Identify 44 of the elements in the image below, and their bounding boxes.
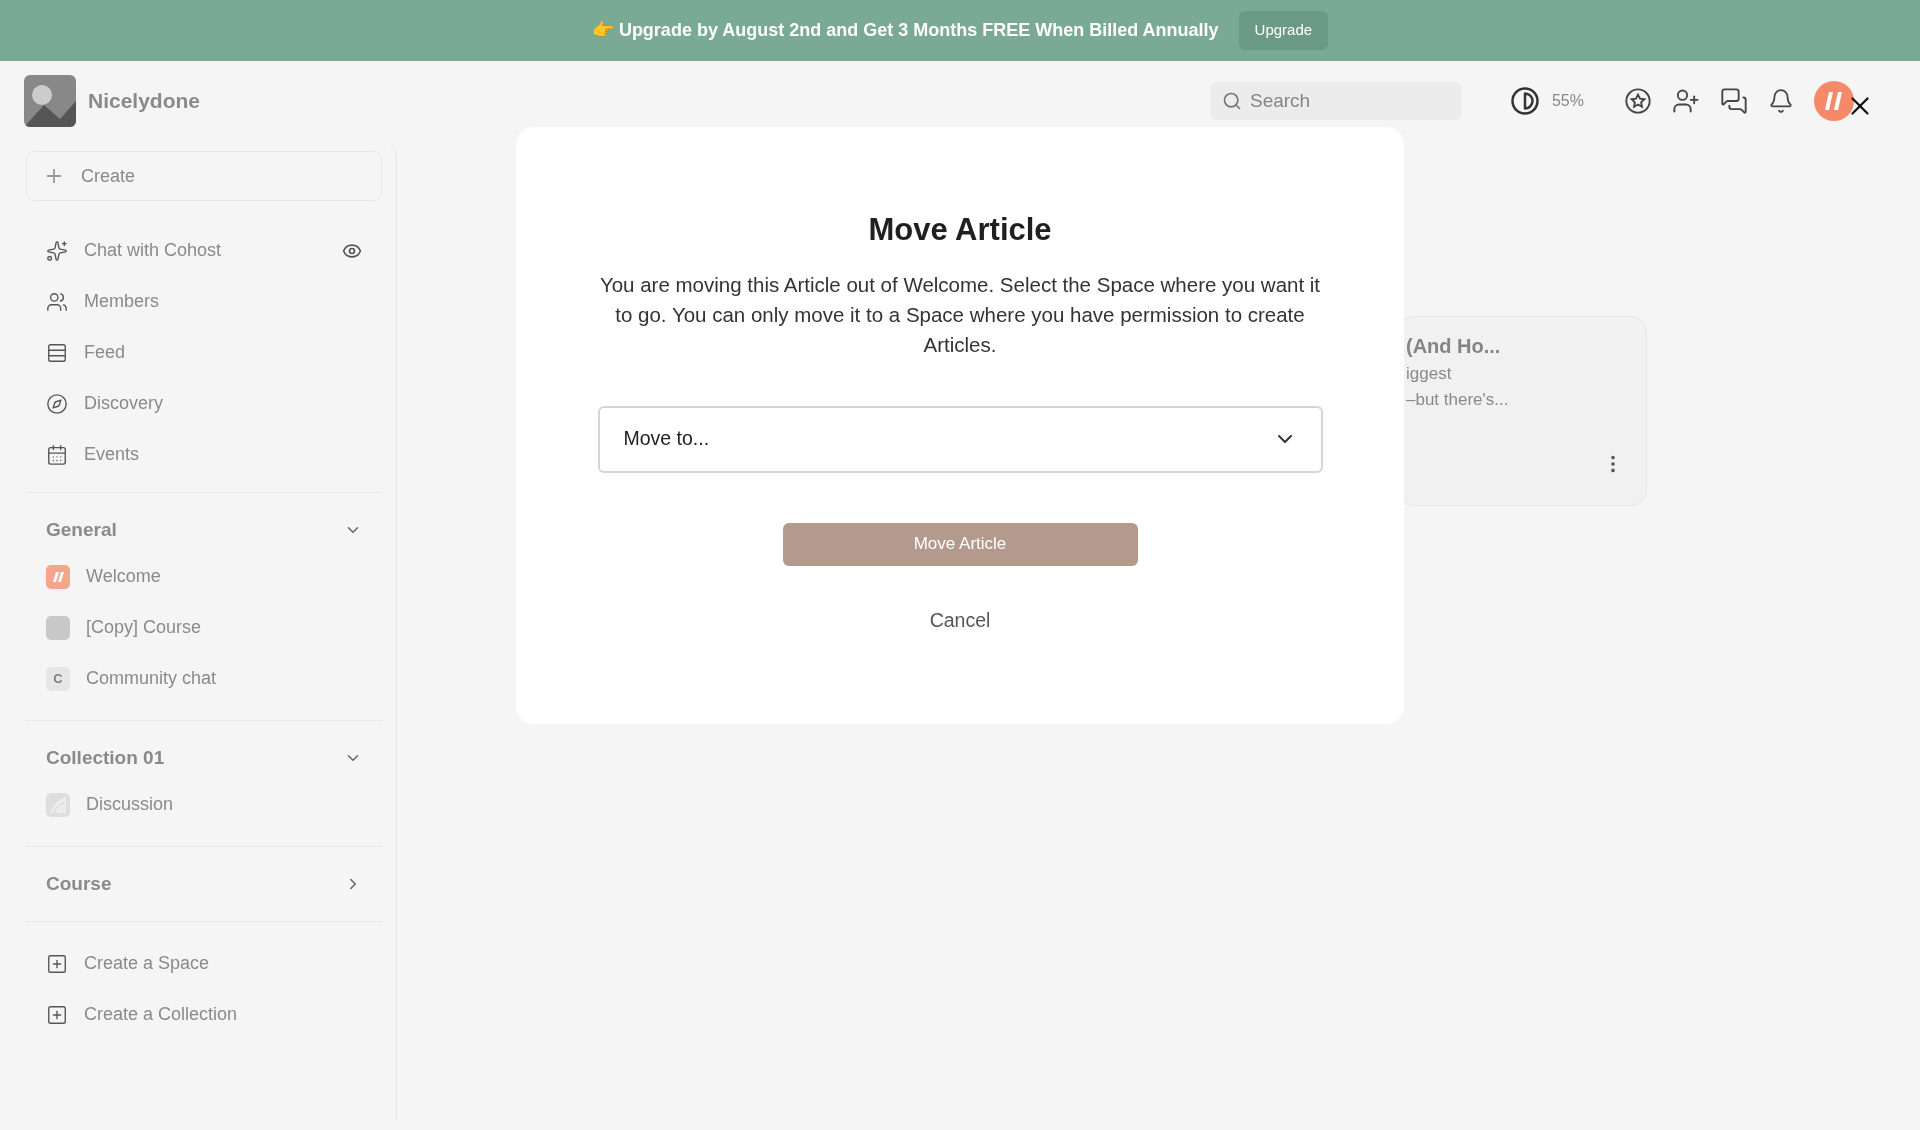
compass-icon <box>46 392 68 415</box>
create-link[interactable]: Create a Collection <box>84 1001 238 1028</box>
space-item[interactable]: [Copy] Course <box>86 614 202 641</box>
feed-icon <box>46 341 68 364</box>
section-title: Course <box>46 871 112 896</box>
cancel-button[interactable]: Cancel <box>929 605 991 635</box>
section-title: General <box>46 517 117 542</box>
star-badge-icon[interactable] <box>1624 87 1652 115</box>
dialog-message: You are moving this Article out of Welcome. Select the Space where you want it to go. You can only move it to a Space where you have permission to create Articles. <box>598 271 1322 358</box>
upgrade-button[interactable]: Upgrade <box>1238 11 1329 50</box>
space-item[interactable]: Welcome <box>86 563 161 590</box>
space-select[interactable]: Move to... <box>597 405 1323 473</box>
article-excerpt: –but there's... <box>1406 388 1510 411</box>
banner-text: 👉 Upgrade by August 2nd and Get 3 Months FREE When Billed Annually <box>591 19 1219 42</box>
article-excerpt: iggest <box>1406 363 1453 385</box>
move-article-button[interactable]: Move Article <box>782 522 1138 566</box>
search-icon <box>1221 91 1242 111</box>
brand-name: Nicelydone <box>88 88 201 115</box>
contrast-icon[interactable] <box>1509 86 1540 116</box>
members-icon <box>46 290 68 313</box>
add-square-icon <box>46 952 68 975</box>
sparkle-icon <box>46 239 68 262</box>
nav-item[interactable]: Members <box>84 288 159 315</box>
article-title: (And Ho... <box>1406 334 1502 359</box>
dialog-title: Move Article <box>868 211 1052 249</box>
space-letter-icon: C <box>46 666 70 691</box>
nav-item[interactable]: Discovery <box>84 390 163 417</box>
messages-icon[interactable] <box>1720 87 1748 115</box>
notification-icon[interactable] <box>1768 88 1794 114</box>
space-item[interactable]: Discussion <box>86 791 174 818</box>
space-logo-icon <box>46 564 70 589</box>
contrast-reading: 55% <box>1551 91 1584 111</box>
nav-item[interactable]: Chat with Cohost <box>84 237 222 264</box>
add-square-icon <box>46 1003 68 1026</box>
create-button[interactable]: Create <box>26 151 382 201</box>
create-link[interactable]: Create a Space <box>84 950 210 977</box>
nav-item[interactable]: Events <box>84 441 140 468</box>
nav-item[interactable]: Feed <box>84 339 126 366</box>
space-item[interactable]: Community chat <box>86 665 217 692</box>
calendar-icon <box>46 443 68 466</box>
add-member-icon[interactable] <box>1672 87 1700 115</box>
search-field[interactable]: Search <box>1209 82 1462 120</box>
section-title: Collection 01 <box>46 745 165 770</box>
space-icon <box>46 615 70 640</box>
